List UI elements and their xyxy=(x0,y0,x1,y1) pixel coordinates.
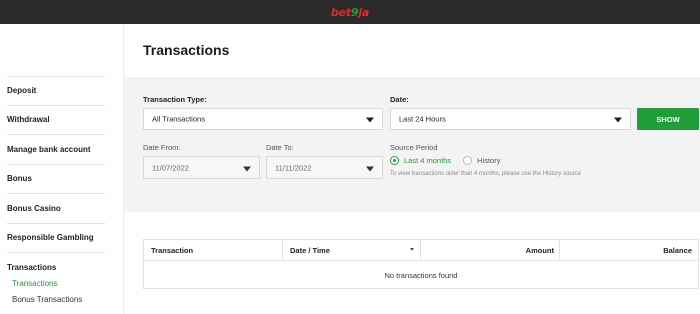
sidebar-item-deposit[interactable]: Deposit xyxy=(7,86,105,95)
transaction-type-label: Transaction Type: xyxy=(143,95,207,104)
date-to-picker[interactable]: 11/11/2022 xyxy=(266,156,383,179)
sidebar-divider xyxy=(7,193,105,194)
radio-last-4-months[interactable] xyxy=(390,156,399,165)
chevron-down-icon xyxy=(243,166,251,171)
sidebar-divider xyxy=(7,134,105,135)
radio-history-label[interactable]: History xyxy=(477,156,500,165)
source-period-label: Source Period xyxy=(390,143,438,152)
chevron-down-icon xyxy=(366,117,374,123)
date-to-value: 11/11/2022 xyxy=(275,163,312,172)
date-from-picker[interactable]: 11/07/2022 xyxy=(143,156,260,179)
top-bar: bet9ja xyxy=(0,0,700,24)
transactions-table: Transaction Date / Time Amount Balance N… xyxy=(143,239,699,289)
empty-table-message: No transactions found xyxy=(384,271,458,280)
date-from-value: 11/07/2022 xyxy=(152,163,189,172)
date-range-select[interactable]: Last 24 Hours xyxy=(390,108,631,130)
transaction-type-value: All Transactions xyxy=(152,114,205,124)
sidebar-divider xyxy=(7,223,105,224)
source-period-hint: To view transactions older than 4 months… xyxy=(390,171,582,177)
transaction-type-select[interactable]: All Transactions xyxy=(143,108,383,130)
radio-last-4-months-label[interactable]: Last 4 months xyxy=(404,156,451,165)
chevron-down-icon xyxy=(366,166,374,171)
source-period-options: Last 4 months History xyxy=(390,156,500,165)
chevron-down-icon xyxy=(614,117,622,123)
page-title: Transactions xyxy=(143,42,230,58)
date-label: Date: xyxy=(390,95,409,104)
logo-part-ja: ja xyxy=(358,5,370,19)
column-divider xyxy=(282,240,283,261)
date-range-value: Last 24 Hours xyxy=(399,114,446,124)
sidebar-divider xyxy=(7,76,105,77)
column-balance[interactable]: Balance xyxy=(559,240,692,261)
sidebar-item-bonus[interactable]: Bonus xyxy=(7,174,105,183)
sidebar-subitem-bonus-transactions[interactable]: Bonus Transactions xyxy=(12,295,82,304)
column-date-time[interactable]: Date / Time xyxy=(290,240,330,261)
bet9ja-logo[interactable]: bet9ja xyxy=(331,6,369,19)
sidebar-item-responsible-gambling[interactable]: Responsible Gambling xyxy=(7,233,105,242)
sidebar-divider xyxy=(7,164,105,165)
logo-part-bet: bet xyxy=(330,5,351,19)
account-sidebar: Deposit Withdrawal Manage bank account B… xyxy=(0,24,124,314)
date-from-label: Date From: xyxy=(143,143,181,152)
main-content: Transactions Transaction Type: All Trans… xyxy=(124,24,700,314)
sidebar-item-transactions[interactable]: Transactions xyxy=(7,263,105,272)
sort-caret-icon[interactable] xyxy=(410,248,414,251)
radio-history[interactable] xyxy=(463,156,473,165)
sidebar-divider xyxy=(7,105,105,106)
sidebar-item-withdrawal[interactable]: Withdrawal xyxy=(7,115,105,124)
sidebar-item-manage-bank-account[interactable]: Manage bank account xyxy=(7,145,105,154)
sidebar-item-bonus-casino[interactable]: Bonus Casino xyxy=(7,204,105,213)
filter-panel: Transaction Type: All Transactions Date:… xyxy=(124,77,700,212)
table-header: Transaction Date / Time Amount Balance xyxy=(144,240,698,261)
show-button[interactable]: SHOW xyxy=(637,108,699,130)
column-amount[interactable]: Amount xyxy=(420,240,554,261)
date-to-label: Date To: xyxy=(266,143,294,152)
column-transaction[interactable]: Transaction xyxy=(151,240,193,261)
sidebar-divider xyxy=(7,252,105,253)
sidebar-subitem-transactions[interactable]: Transactions xyxy=(12,279,58,288)
